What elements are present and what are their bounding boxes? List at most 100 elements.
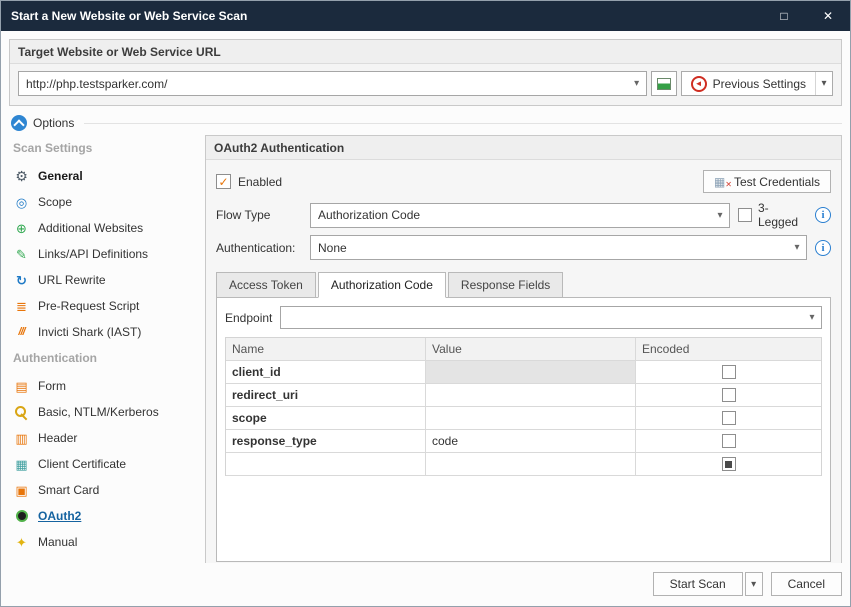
previous-settings-button[interactable]: ◄ Previous Settings (682, 72, 815, 95)
oauth2-panel-title: OAuth2 Authentication (206, 136, 841, 160)
table-row[interactable]: response_type code ✓ (226, 430, 821, 453)
column-header-value: Value (426, 338, 636, 361)
target-url-combobox[interactable]: http://php.testsparker.com/ ▾ (18, 71, 647, 96)
chevron-down-icon: ▾ (751, 579, 756, 590)
table-row[interactable]: redirect_uri ✓ (226, 384, 821, 407)
smart-card-icon: ▣ (13, 484, 30, 497)
table-header-row: Name Value Encoded (226, 338, 821, 361)
column-header-name: Name (226, 338, 426, 361)
sidebar-item-header[interactable]: ▥ Header (11, 425, 197, 451)
content-area: Scan Settings ⚙ General ◎ Scope ⊕ Additi… (9, 135, 842, 563)
certificate-icon: ▦ (13, 458, 30, 471)
options-expander[interactable]: Options (11, 115, 842, 131)
param-encoded-cell: ✓ (636, 384, 821, 407)
options-label: Options (33, 116, 74, 130)
sidebar-item-label: URL Rewrite (38, 273, 106, 287)
tab-response-fields[interactable]: Response Fields (448, 272, 563, 298)
script-icon: ≣ (13, 300, 30, 313)
encoded-checkbox[interactable]: ✓ (722, 411, 736, 425)
param-name-cell[interactable] (226, 453, 426, 476)
sidebar-item-label: Links/API Definitions (38, 247, 148, 261)
table-row-new[interactable]: ✓ (226, 453, 821, 476)
globe-plus-icon: ⊕ (13, 222, 30, 235)
options-divider (84, 123, 842, 124)
three-legged-label: 3-Legged (758, 201, 807, 229)
sidebar-item-label: Basic, NTLM/Kerberos (38, 405, 159, 419)
close-button[interactable]: ✕ (806, 1, 850, 31)
param-value-cell[interactable] (426, 407, 636, 430)
param-name-cell[interactable]: response_type (226, 430, 426, 453)
manual-icon: ✦ (13, 536, 30, 549)
three-legged-option: ✓ 3-Legged (738, 201, 807, 229)
param-encoded-cell: ✓ (636, 430, 821, 453)
sidebar-item-oauth2[interactable]: OAuth2 (11, 503, 197, 529)
sidebar-item-client-certificate[interactable]: ▦ Client Certificate (11, 451, 197, 477)
oauth2-tab-area: Access Token Authorization Code Response… (216, 272, 831, 562)
enabled-checkbox[interactable]: ✓ (216, 174, 231, 189)
oauth2-icon (13, 510, 30, 522)
sidebar-item-manual[interactable]: ✦ Manual (11, 529, 197, 555)
param-encoded-cell: ✓ (636, 361, 821, 384)
open-in-browser-button[interactable] (651, 71, 677, 96)
encoded-checkbox[interactable]: ✓ (722, 365, 736, 379)
left-arrow-icon: ◄ (695, 80, 703, 88)
start-scan-button[interactable]: Start Scan (653, 572, 743, 596)
sidebar: Scan Settings ⚙ General ◎ Scope ⊕ Additi… (9, 135, 197, 563)
window-title: Start a New Website or Web Service Scan (11, 9, 762, 23)
authentication-info-icon[interactable]: i (815, 240, 831, 256)
tab-authorization-code[interactable]: Authorization Code (318, 272, 446, 298)
sidebar-header-authentication: Authentication (13, 351, 197, 365)
table-row[interactable]: scope ✓ (226, 407, 821, 430)
sidebar-item-scope[interactable]: ◎ Scope (11, 189, 197, 215)
encoded-checkbox[interactable]: ✓ (722, 388, 736, 402)
chevron-down-icon[interactable]: ▾ (788, 242, 806, 253)
rewrite-arrows-icon: ↻ (13, 274, 30, 287)
param-value-cell[interactable] (426, 361, 636, 384)
cancel-button[interactable]: Cancel (771, 572, 842, 596)
sidebar-item-links-api-definitions[interactable]: ✎ Links/API Definitions (11, 241, 197, 267)
authorization-code-tab-panel: Endpoint ▾ Name Value Encod (216, 297, 831, 562)
sidebar-item-url-rewrite[interactable]: ↻ URL Rewrite (11, 267, 197, 293)
three-legged-checkbox[interactable]: ✓ (738, 208, 752, 222)
tab-access-token[interactable]: Access Token (216, 272, 316, 298)
param-name-cell[interactable]: scope (226, 407, 426, 430)
flow-type-combobox[interactable]: Authorization Code ▾ (310, 203, 730, 228)
maximize-icon: □ (780, 9, 787, 23)
gear-icon: ⚙ (13, 169, 30, 183)
previous-settings-label: Previous Settings (713, 77, 806, 91)
oauth2-panel: OAuth2 Authentication ✓ Enabled ▦ ✕ (205, 135, 842, 563)
sidebar-item-general[interactable]: ⚙ General (11, 163, 197, 189)
param-encoded-cell: ✓ (636, 453, 821, 476)
endpoint-row: Endpoint ▾ (225, 306, 822, 329)
chevron-down-icon[interactable]: ▾ (803, 312, 821, 323)
sidebar-item-form[interactable]: ▤ Form (11, 373, 197, 399)
sidebar-item-basic-ntlm-kerberos[interactable]: Basic, NTLM/Kerberos (11, 399, 197, 425)
chevron-down-icon[interactable]: ▾ (711, 210, 729, 221)
collapse-chevron-icon[interactable] (11, 115, 27, 131)
endpoint-combobox[interactable]: ▾ (280, 306, 822, 329)
sidebar-item-additional-websites[interactable]: ⊕ Additional Websites (11, 215, 197, 241)
start-scan-dropdown[interactable]: ▾ (745, 572, 763, 596)
table-row[interactable]: client_id ✓ (226, 361, 821, 384)
target-url-dropdown-icon[interactable]: ▾ (628, 78, 646, 89)
encoded-checkbox[interactable]: ✓ (722, 434, 736, 448)
param-value-cell[interactable] (426, 453, 636, 476)
param-name-cell[interactable]: client_id (226, 361, 426, 384)
encoded-checkbox[interactable]: ✓ (722, 457, 736, 471)
sidebar-item-pre-request-script[interactable]: ≣ Pre-Request Script (11, 293, 197, 319)
maximize-button[interactable]: □ (762, 1, 806, 31)
param-value-cell[interactable] (426, 384, 636, 407)
param-name-cell[interactable]: redirect_uri (226, 384, 426, 407)
open-in-browser-icon (657, 78, 671, 90)
sidebar-item-invicti-shark[interactable]: /// Invicti Shark (IAST) (11, 319, 197, 345)
test-credentials-button[interactable]: ▦ ✕ Test Credentials (703, 170, 831, 193)
sidebar-item-label: Manual (38, 535, 77, 549)
sidebar-item-smart-card[interactable]: ▣ Smart Card (11, 477, 197, 503)
flow-type-info-icon[interactable]: i (815, 207, 831, 223)
param-value-cell[interactable]: code (426, 430, 636, 453)
previous-settings-dropdown[interactable]: ▾ (815, 72, 832, 95)
sidebar-item-label: Pre-Request Script (38, 299, 139, 313)
test-credentials-label: Test Credentials (734, 175, 820, 189)
authentication-combobox[interactable]: None ▾ (310, 235, 807, 260)
chevron-down-icon: ▾ (821, 78, 826, 89)
